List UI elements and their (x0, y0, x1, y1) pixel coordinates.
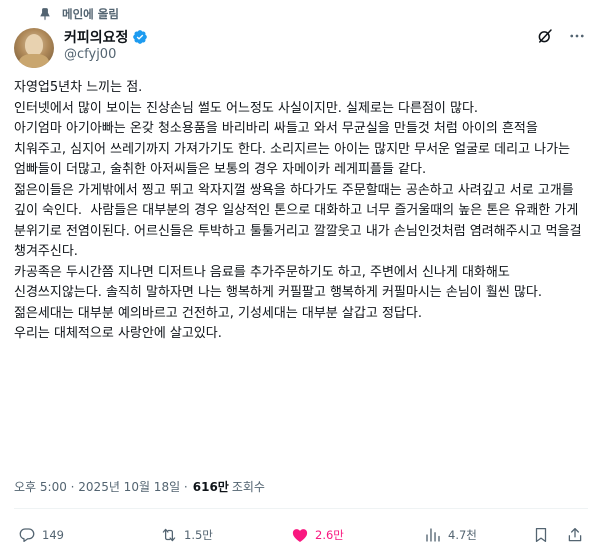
reply-button[interactable]: 149 (18, 526, 64, 544)
divider (14, 508, 588, 509)
repost-count: 1.5만 (184, 528, 213, 542)
author-name-row: 커피의요정 (64, 27, 148, 47)
post-paragraph: 자영업5년차 느끼는 점. (14, 80, 143, 95)
post-timestamp[interactable]: 오후 5:00 · 2025년 10월 18일 · (14, 478, 188, 495)
author-handle[interactable]: @cfyj00 (64, 47, 116, 62)
like-count: 2.6만 (315, 528, 344, 542)
more-icon[interactable] (568, 27, 586, 45)
reply-count: 149 (42, 528, 64, 542)
views-count: 616만 (192, 480, 229, 494)
like-button[interactable]: 2.6만 (291, 526, 344, 544)
author-display-name[interactable]: 커피의요정 (64, 27, 128, 47)
views-icon (426, 528, 440, 542)
post-paragraph: 젊은이들은 가게밖에서 찡고 뛰고 왁자지껄 쌍욕을 하다가도 주문할때는 공손… (14, 182, 586, 260)
reply-icon (19, 528, 35, 543)
post-paragraph: 인터넷에서 많이 보이는 진상손님 썰도 어느정도 사실이지만. 실제로는 다른… (14, 100, 479, 116)
pin-icon (40, 8, 50, 21)
bookmark-icon[interactable] (532, 526, 550, 544)
like-icon (292, 529, 308, 543)
post-body: 자영업5년차 느끼는 점. 인터넷에서 많이 보이는 진상손님 썰도 어느정도 … (14, 78, 588, 345)
post-paragraph: 우리는 대체적으로 사랑안에 살고있다. (14, 326, 222, 341)
post-meta: 오후 5:00 · 2025년 10월 18일 · 616만 조회수 (14, 478, 265, 495)
views-button[interactable]: 4.7천 (424, 526, 477, 544)
bookmark-count: 4.7천 (448, 528, 477, 542)
post-paragraph: 카공족은 두시간쯤 지나면 디저트나 음료를 추가주문하기도 하고, 주변에서 … (14, 264, 547, 321)
verified-icon (133, 30, 148, 44)
grok-icon[interactable] (536, 27, 554, 45)
repost-icon (162, 528, 176, 542)
post-paragraph: 아기엄마 아기아빠는 온갖 청소용품을 바리바리 싸들고 와서 무균실을 만들것… (14, 121, 575, 177)
share-icon[interactable] (566, 526, 584, 544)
post-card: 메인에 올림 커피의요정 @cfyj00 자영업5년차 느끼는 점. 인터넷에서… (0, 0, 600, 560)
avatar[interactable] (14, 28, 54, 68)
pinned-indicator: 메인에 올림 (38, 6, 119, 22)
repost-button[interactable]: 1.5만 (160, 526, 213, 544)
views-label: 조회수 (231, 480, 265, 494)
pinned-label: 메인에 올림 (62, 7, 119, 21)
action-bar: 149 1.5만 2.6만 4.7천 (14, 522, 588, 550)
